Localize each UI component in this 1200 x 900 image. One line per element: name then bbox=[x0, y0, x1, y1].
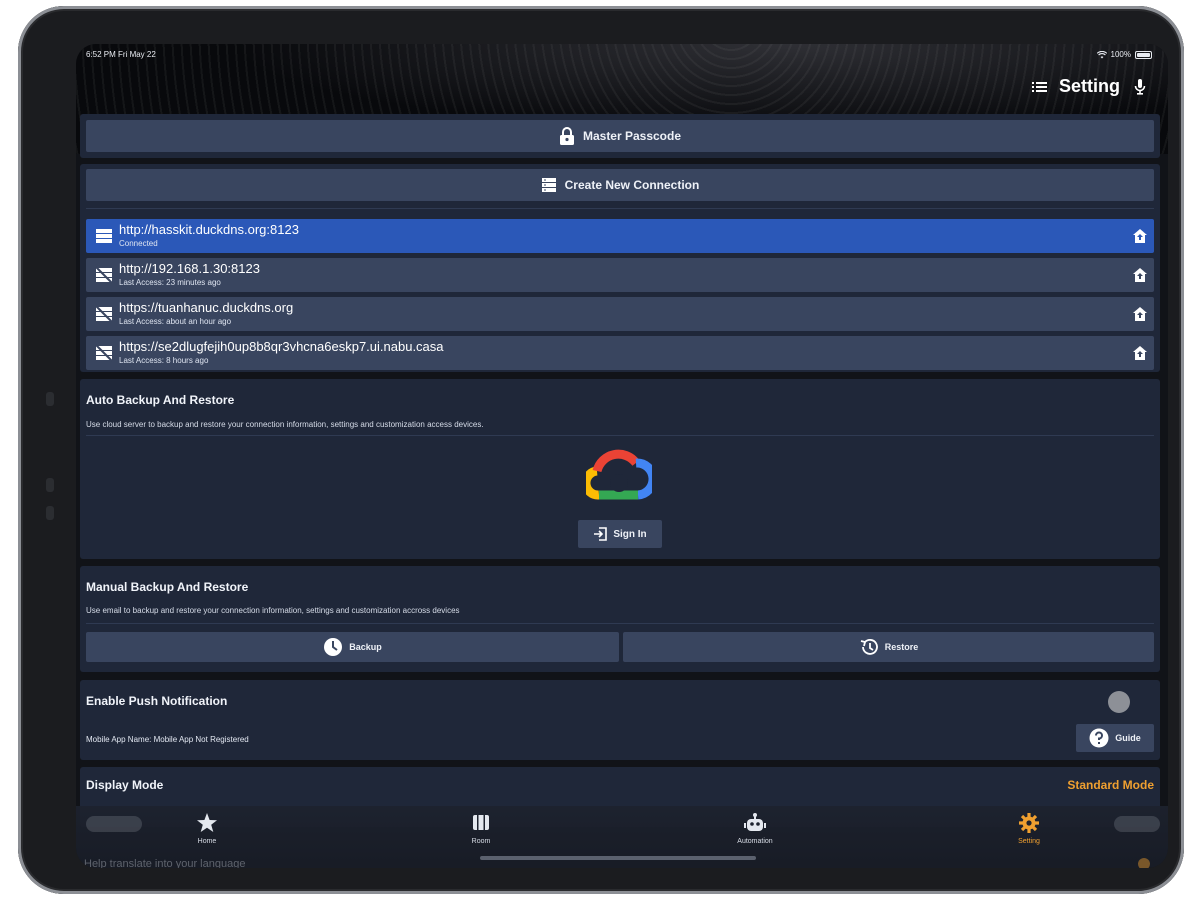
sign-in-label: Sign In bbox=[613, 528, 647, 540]
side-button bbox=[46, 392, 54, 406]
connection-status: Last Access: 23 minutes ago bbox=[119, 278, 221, 287]
tab-automation[interactable]: Automation bbox=[715, 812, 795, 845]
status-time: 6:52 PM Fri May 22 bbox=[86, 50, 156, 59]
microphone-icon[interactable] bbox=[1132, 78, 1148, 95]
create-connection-button[interactable]: Create New Connection bbox=[86, 169, 1154, 201]
home-indicator[interactable] bbox=[480, 856, 756, 860]
partial-icon bbox=[1138, 858, 1150, 868]
status-bar: 6:52 PM Fri May 22 100% bbox=[76, 48, 1168, 62]
lock-icon bbox=[559, 127, 574, 145]
push-notification-toggle[interactable] bbox=[1108, 691, 1130, 713]
page-title: Setting bbox=[1059, 76, 1120, 96]
master-passcode-button[interactable]: Master Passcode bbox=[86, 120, 1154, 152]
connection-row[interactable]: https://se2dlugfejih0up8b8qr3vhcna6eskp7… bbox=[86, 336, 1154, 370]
server-off-icon bbox=[95, 344, 113, 362]
create-connection-label: Create New Connection bbox=[564, 178, 700, 192]
battery-percent: 100% bbox=[1110, 50, 1131, 59]
connection-status: Last Access: about an hour ago bbox=[119, 317, 232, 326]
sign-in-icon bbox=[594, 527, 608, 541]
app-screen: 6:52 PM Fri May 22 100% Setting Master P… bbox=[76, 44, 1168, 868]
section-title: Enable Push Notification bbox=[86, 694, 228, 708]
mobile-app-name: Mobile App Name: Mobile App Not Register… bbox=[86, 735, 249, 744]
connection-row[interactable]: http://hasskit.duckdns.org:8123 Connecte… bbox=[86, 219, 1154, 253]
tab-label: Home bbox=[197, 838, 217, 845]
connection-url: http://192.168.1.30:8123 bbox=[119, 261, 260, 276]
connection-status: Connected bbox=[119, 239, 158, 248]
connection-url: https://tuanhanuc.duckdns.org bbox=[119, 300, 294, 315]
home-upload-icon[interactable] bbox=[1132, 228, 1148, 244]
restore-icon bbox=[860, 639, 878, 655]
guide-button[interactable]: Guide bbox=[1076, 724, 1154, 752]
connection-row[interactable]: https://tuanhanuc.duckdns.org Last Acces… bbox=[86, 297, 1154, 331]
partial-list-item: Help translate into your language bbox=[84, 858, 246, 868]
tab-room[interactable]: Room bbox=[441, 812, 521, 845]
section-description: Use email to backup and restore your con… bbox=[86, 606, 460, 615]
room-icon bbox=[473, 815, 489, 830]
push-notification-card: Enable Push Notification Mobile App Name… bbox=[80, 680, 1160, 760]
server-icon bbox=[541, 178, 556, 192]
home-upload-icon[interactable] bbox=[1132, 267, 1148, 283]
sign-in-button[interactable]: Sign In bbox=[578, 520, 662, 548]
side-button bbox=[46, 478, 54, 492]
server-off-icon bbox=[95, 305, 113, 323]
master-passcode-card: Master Passcode bbox=[80, 114, 1160, 158]
connection-row[interactable]: http://192.168.1.30:8123 Last Access: 23… bbox=[86, 258, 1154, 292]
tablet-frame: 6:52 PM Fri May 22 100% Setting Master P… bbox=[18, 6, 1184, 894]
master-passcode-label: Master Passcode bbox=[582, 129, 682, 143]
google-cloud-logo bbox=[586, 449, 652, 500]
server-icon bbox=[96, 229, 112, 243]
divider bbox=[86, 435, 1154, 436]
divider bbox=[86, 208, 1154, 209]
clock-icon bbox=[324, 638, 343, 656]
star-icon bbox=[197, 813, 217, 832]
tab-label: Automation bbox=[737, 838, 773, 845]
server-off-icon bbox=[95, 266, 113, 284]
tab-home[interactable]: Home bbox=[167, 812, 247, 845]
section-title: Auto Backup And Restore bbox=[86, 393, 235, 407]
tab-label: Setting bbox=[1018, 838, 1040, 845]
menu-icon[interactable] bbox=[1031, 79, 1047, 95]
guide-label: Guide bbox=[1115, 733, 1141, 743]
blurred-control bbox=[1114, 816, 1160, 832]
settings-content: Master Passcode Create New Connection ht… bbox=[76, 114, 1168, 827]
restore-label: Restore bbox=[884, 642, 919, 652]
battery-icon bbox=[1135, 50, 1152, 59]
robot-icon bbox=[744, 813, 766, 831]
connection-url: https://se2dlugfejih0up8b8qr3vhcna6eskp7… bbox=[119, 339, 444, 354]
tab-setting[interactable]: Setting bbox=[989, 812, 1069, 845]
connections-card: Create New Connection http://hasskit.duc… bbox=[80, 164, 1160, 372]
status-indicators: 100% bbox=[1096, 50, 1152, 59]
connection-status: Last Access: 8 hours ago bbox=[119, 356, 209, 365]
divider bbox=[86, 623, 1154, 624]
auto-backup-card: Auto Backup And Restore Use cloud server… bbox=[80, 379, 1160, 559]
backup-label: Backup bbox=[349, 642, 382, 652]
home-upload-icon[interactable] bbox=[1132, 345, 1148, 361]
wifi-icon bbox=[1096, 50, 1107, 58]
tab-label: Room bbox=[471, 838, 491, 845]
section-description: Use cloud server to backup and restore y… bbox=[86, 420, 484, 429]
gear-icon bbox=[1019, 813, 1039, 833]
restore-button[interactable]: Restore bbox=[623, 632, 1154, 662]
section-title: Manual Backup And Restore bbox=[86, 580, 249, 594]
side-button bbox=[46, 506, 54, 520]
help-icon bbox=[1089, 728, 1109, 748]
home-upload-icon[interactable] bbox=[1132, 306, 1148, 322]
section-title: Display Mode bbox=[86, 778, 164, 792]
title-bar: Setting bbox=[1031, 76, 1148, 97]
display-mode-value[interactable]: Standard Mode bbox=[1067, 778, 1154, 792]
connection-url: http://hasskit.duckdns.org:8123 bbox=[119, 222, 299, 237]
backup-button[interactable]: Backup bbox=[86, 632, 619, 662]
manual-backup-card: Manual Backup And Restore Use email to b… bbox=[80, 566, 1160, 672]
blurred-control bbox=[86, 816, 142, 832]
